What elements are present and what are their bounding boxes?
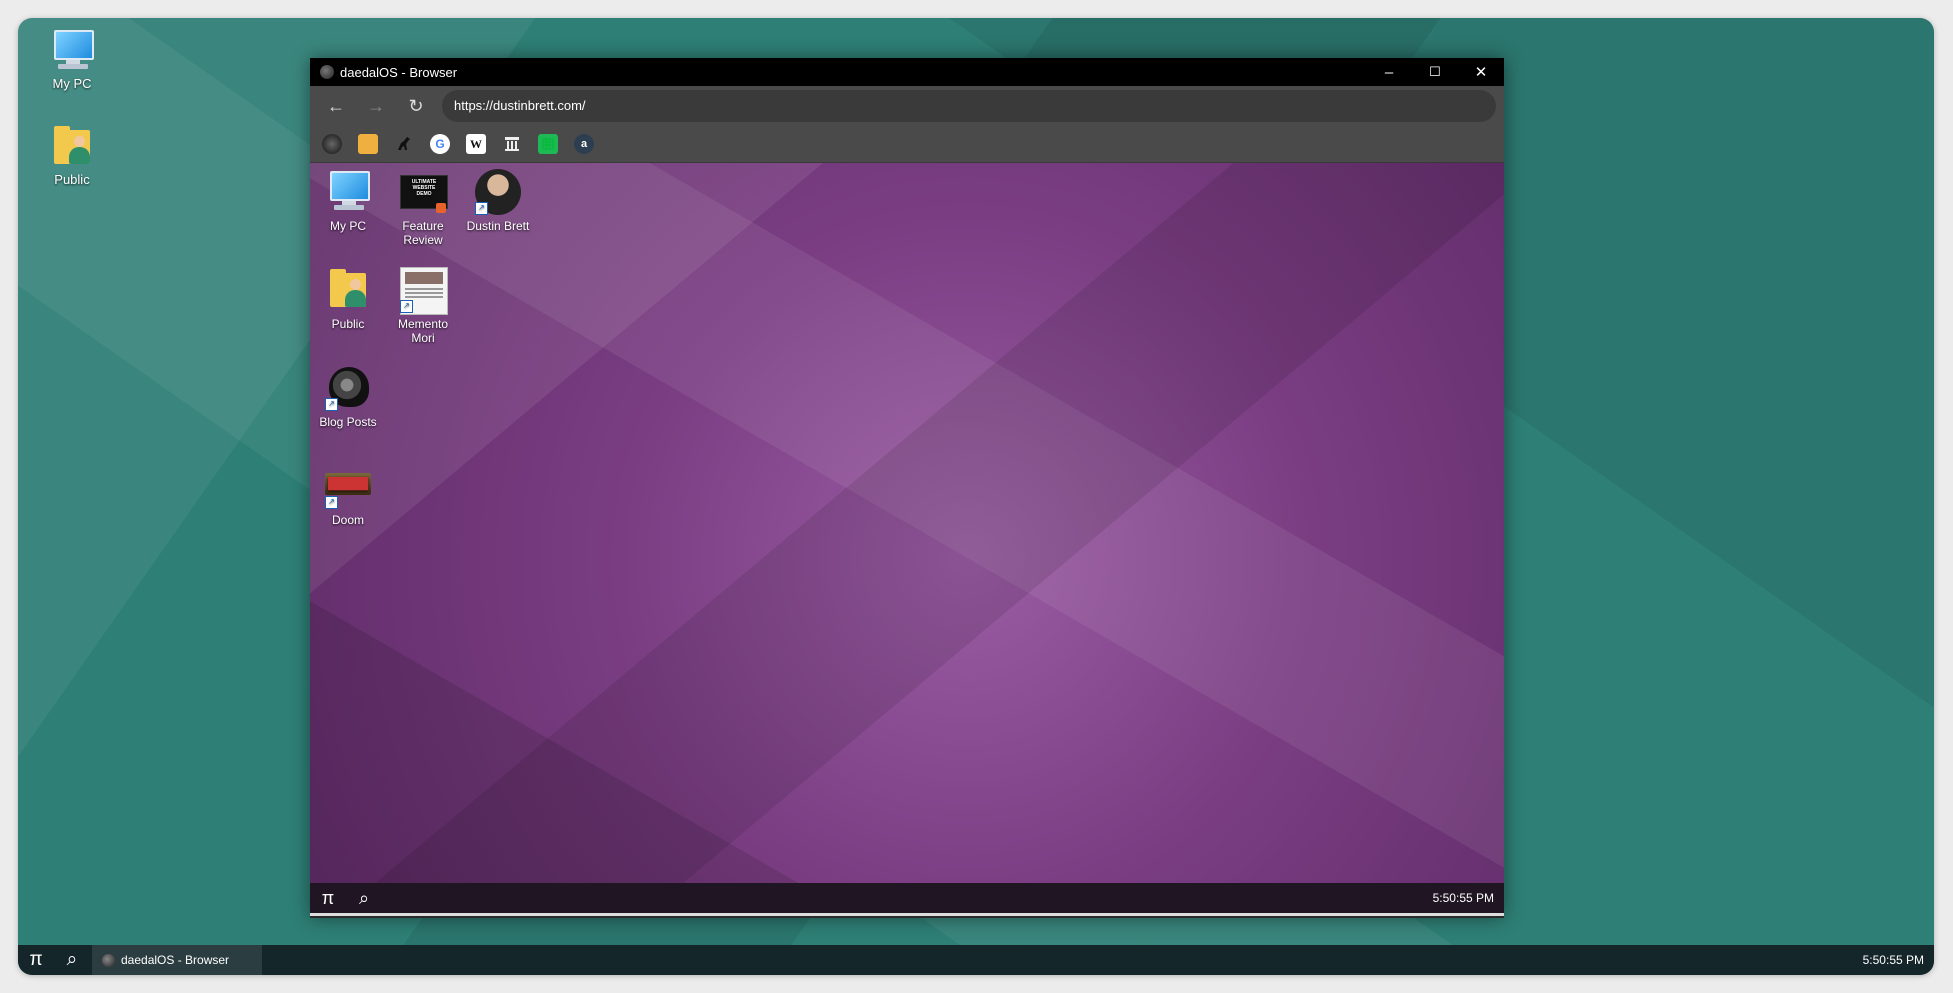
window-title: daedalOS - Browser [340,64,458,80]
start-menu-icon[interactable]: π [310,883,346,913]
page-icon-memento-mori[interactable]: ↗ Memento Mori [387,267,459,345]
taskbar: π ⌕ daedalOS - Browser 5:50:55 PM [18,945,1934,975]
start-menu-icon[interactable]: π [18,945,54,975]
minimize-button[interactable]: – [1366,58,1412,86]
close-button[interactable]: ✕ [1458,58,1504,86]
desktop-icon-public[interactable]: Public [34,124,110,187]
user-folder-icon [48,124,96,168]
taskbar-item-browser[interactable]: daedalOS - Browser [92,945,262,975]
page-icon-label: Blog Posts [319,415,377,429]
brain-scan-icon: ↗ [325,365,371,411]
daedalos-app-icon [320,65,334,79]
account-bookmark-icon[interactable]: a [574,134,594,154]
page-icon-label: Dustin Brett [466,219,530,233]
video-thumbnail-icon: ULTIMATE WEBSITE DEMO [400,169,448,215]
shortcut-arrow-icon: ↗ [325,398,338,411]
computer-icon [48,28,96,72]
address-bar[interactable]: https://dustinbrett.com/ [442,90,1496,122]
desktop-icon-label: My PC [52,76,92,91]
page-icon-label: Feature Review [402,219,444,247]
page-icon-dustin-brett[interactable]: ↗ Dustin Brett [462,169,534,233]
wikipedia-bookmark-icon[interactable]: W [466,134,486,154]
shortcut-arrow-icon: ↗ [325,496,338,509]
window-titlebar[interactable]: daedalOS - Browser – ☐ ✕ [310,58,1504,86]
dinosaur-bookmark-icon[interactable] [394,134,414,154]
window-bottom-border [310,913,1504,916]
search-icon[interactable]: ⌕ [346,883,382,913]
taskbar-clock[interactable]: 5:50:55 PM [1863,953,1924,967]
browser-window: daedalOS - Browser – ☐ ✕ ← → ↻ https://d… [310,58,1504,918]
page-icon-blog-posts[interactable]: ↗ Blog Posts [312,365,384,429]
avatar: ↗ [475,169,521,215]
page-icon-public[interactable]: Public [312,267,384,331]
reload-button[interactable]: ↻ [396,90,436,122]
search-icon[interactable]: ⌕ [54,945,90,975]
folder-bookmark-icon[interactable] [358,134,378,154]
maximize-button[interactable]: ☐ [1412,58,1458,86]
desktop-icon-label: Public [54,172,90,187]
page-icon-label: Public [331,317,365,331]
computer-icon [325,169,371,215]
daedalos-app-icon [102,953,115,967]
bookmarks-bar: G W a [310,126,1504,163]
desktop-icon-my-pc[interactable]: My PC [34,28,110,91]
page-clock[interactable]: 5:50:55 PM [1433,891,1494,905]
shortcut-arrow-icon: ↗ [400,300,413,313]
daedalos-bookmark-icon[interactable] [322,134,342,154]
archive-bookmark-icon[interactable] [502,134,522,154]
taskbar-item-label: daedalOS - Browser [121,953,230,967]
spreadsheet-bookmark-icon[interactable] [538,134,558,154]
forward-button[interactable]: → [356,90,396,122]
doom-game-icon: ▇▇▇▇ ↗ [325,463,371,509]
page-icon-label: My PC [330,219,366,233]
web-page-viewport: My PC ULTIMATE WEBSITE DEMO Feature Review… [310,163,1504,883]
page-icon-label: Memento Mori [397,317,449,345]
user-folder-icon [325,267,371,313]
page-icon-doom[interactable]: ▇▇▇▇ ↗ Doom [312,463,384,527]
document-thumbnail-icon: ↗ [400,267,448,315]
page-icon-label: Doom [331,513,364,527]
desktop: My PC Public daedalOS - Browser – ☐ ✕ ← … [18,18,1934,975]
browser-toolbar: ← → ↻ https://dustinbrett.com/ [310,86,1504,126]
page-taskbar: π ⌕ 5:50:55 PM [310,883,1504,913]
page-icon-feature-review[interactable]: ULTIMATE WEBSITE DEMO Feature Review [387,169,459,247]
page-icon-my-pc[interactable]: My PC [312,169,384,233]
google-bookmark-icon[interactable]: G [430,134,450,154]
shortcut-arrow-icon: ↗ [475,202,488,215]
back-button[interactable]: ← [316,90,356,122]
